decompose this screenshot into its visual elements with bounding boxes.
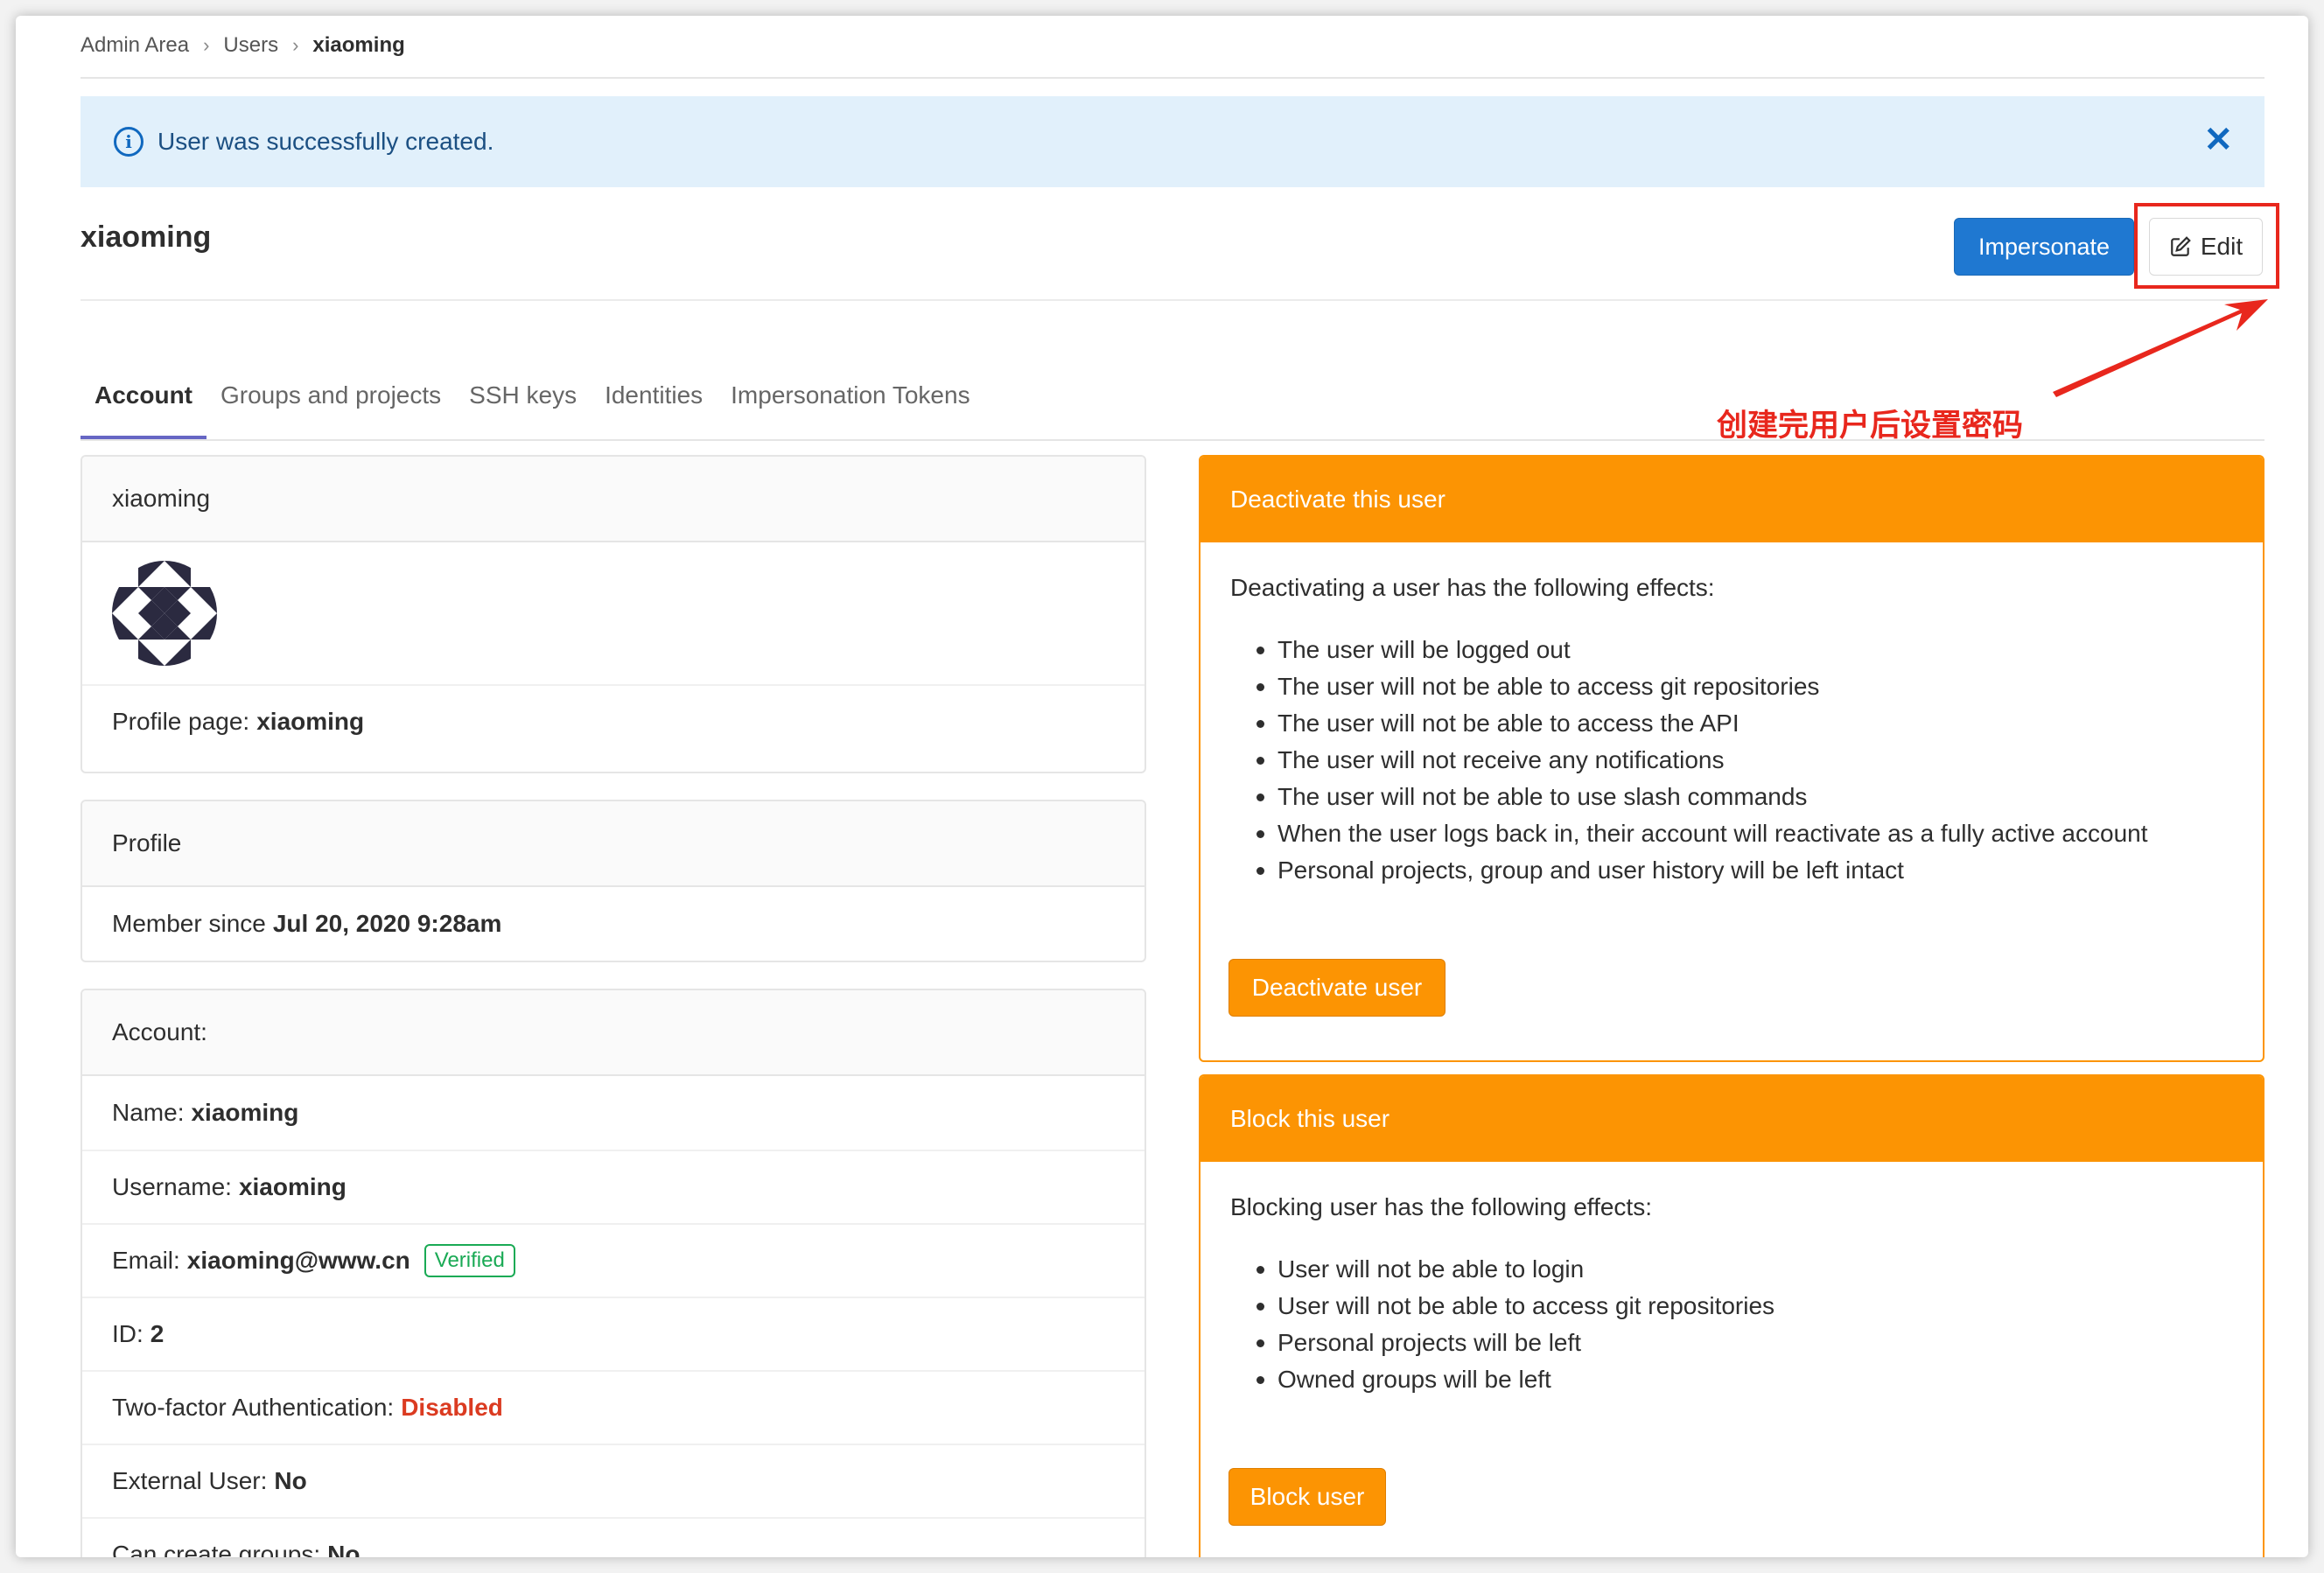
username-label: Username: [112,1173,232,1200]
tab-identities[interactable]: Identities [591,369,717,439]
list-item: The user will be logged out [1256,632,2233,668]
name-label: Name: [112,1099,185,1126]
username-value: xiaoming [238,1173,346,1200]
id-row: ID: 2 [82,1297,1144,1370]
block-card: Block this user Blocking user has the fo… [1199,1074,2264,1557]
id-value: 2 [150,1320,164,1347]
impersonate-button[interactable]: Impersonate [1954,218,2134,276]
tab-impersonation-tokens[interactable]: Impersonation Tokens [717,369,984,439]
divider [80,77,2264,79]
alert-message: User was successfully created. [158,128,494,155]
can-create-groups-row: Can create groups: No [82,1517,1144,1557]
external-user-row: External User: No [82,1444,1144,1517]
user-card-header: xiaoming [82,457,1144,542]
info-circle-icon: i [114,127,144,157]
pencil-square-icon [2171,236,2191,256]
list-item: The user will not be able to access the … [1256,705,2233,742]
list-item: User will not be able to login [1256,1251,2233,1288]
flash-alert: i User was successfully created. ✕ [80,96,2264,187]
avatar-row [82,542,1144,684]
list-item: When the user logs back in, their accoun… [1256,815,2233,852]
id-label: ID: [112,1320,144,1347]
member-since-row: Member since Jul 20, 2020 9:28am [82,887,1144,961]
close-icon[interactable]: ✕ [2203,122,2233,157]
list-item: The user will not be able to access git … [1256,668,2233,705]
email-row: Email: xiaoming@www.cn Verified [82,1223,1144,1297]
member-since-value: Jul 20, 2020 9:28am [272,910,502,937]
email-value[interactable]: xiaoming@www.cn [187,1247,410,1275]
breadcrumb-current[interactable]: xiaoming [312,33,404,58]
breadcrumb-admin-area[interactable]: Admin Area [80,33,189,58]
breadcrumb-separator-icon: › [292,34,299,56]
member-since-label: Member since [112,910,266,937]
tab-bar: Account Groups and projects SSH keys Ide… [80,369,984,439]
deactivate-effects-list: The user will be logged out The user wil… [1230,632,2233,889]
list-item: Owned groups will be left [1256,1361,2233,1398]
can-create-groups-value: No [327,1541,360,1557]
two-factor-row: Two-factor Authentication: Disabled [82,1370,1144,1444]
profile-card: Profile Member since Jul 20, 2020 9:28am [80,800,1146,962]
avatar [112,561,217,666]
verified-badge: Verified [424,1244,515,1277]
divider [80,299,2264,301]
block-user-button[interactable]: Block user [1228,1468,1386,1526]
main-content: Admin Area › Users › xiaoming i User was… [80,16,2279,1557]
user-card: xiaoming Profile page: xiaoming [80,455,1146,773]
page-title: xiaoming [80,220,212,254]
breadcrumb: Admin Area › Users › xiaoming [80,24,405,66]
divider [80,439,2264,441]
block-card-header: Block this user [1200,1076,2263,1162]
name-row: Name: xiaoming [82,1076,1144,1150]
browser-window: Admin Area › Users › xiaoming i User was… [16,16,2308,1557]
can-create-groups-label: Can create groups: [112,1541,321,1557]
profile-page-label: Profile page: [112,708,250,735]
block-effects-list: User will not be able to login User will… [1230,1251,2233,1398]
deactivate-user-button[interactable]: Deactivate user [1228,959,1446,1017]
profile-card-header: Profile [82,801,1144,887]
list-item: The user will not be able to use slash c… [1256,779,2233,815]
edit-button-label: Edit [2200,233,2244,260]
profile-page-link[interactable]: xiaoming [256,708,364,736]
block-card-body: Blocking user has the following effects:… [1200,1193,2263,1398]
profile-page-row: Profile page: xiaoming [82,684,1144,758]
two-factor-label: Two-factor Authentication: [112,1394,395,1421]
deactivate-lead: Deactivating a user has the following ef… [1230,574,1715,601]
edit-button[interactable]: Edit [2149,218,2263,276]
deactivate-card-body: Deactivating a user has the following ef… [1200,574,2263,889]
breadcrumb-separator-icon: › [203,34,210,56]
list-item: User will not be able to access git repo… [1256,1288,2233,1325]
block-lead: Blocking user has the following effects: [1230,1193,1652,1220]
username-row: Username: xiaoming [82,1150,1144,1223]
list-item: The user will not receive any notificati… [1256,742,2233,779]
external-user-label: External User: [112,1467,268,1494]
tab-groups-and-projects[interactable]: Groups and projects [206,369,455,439]
account-card: Account: Name: xiaoming Username: xiaomi… [80,989,1146,1557]
email-label: Email: [112,1247,180,1274]
tab-account[interactable]: Account [80,369,206,439]
account-card-header: Account: [82,990,1144,1076]
deactivate-card: Deactivate this user Deactivating a user… [1199,455,2264,1062]
external-user-value: No [274,1467,307,1494]
name-value: xiaoming [191,1099,299,1126]
two-factor-status: Disabled [401,1394,503,1421]
annotation-arrow-icon [2053,299,2268,397]
list-item: Personal projects, group and user histor… [1256,852,2233,889]
list-item: Personal projects will be left [1256,1325,2233,1361]
breadcrumb-users[interactable]: Users [223,33,278,58]
deactivate-card-header: Deactivate this user [1200,457,2263,542]
tab-ssh-keys[interactable]: SSH keys [455,369,591,439]
